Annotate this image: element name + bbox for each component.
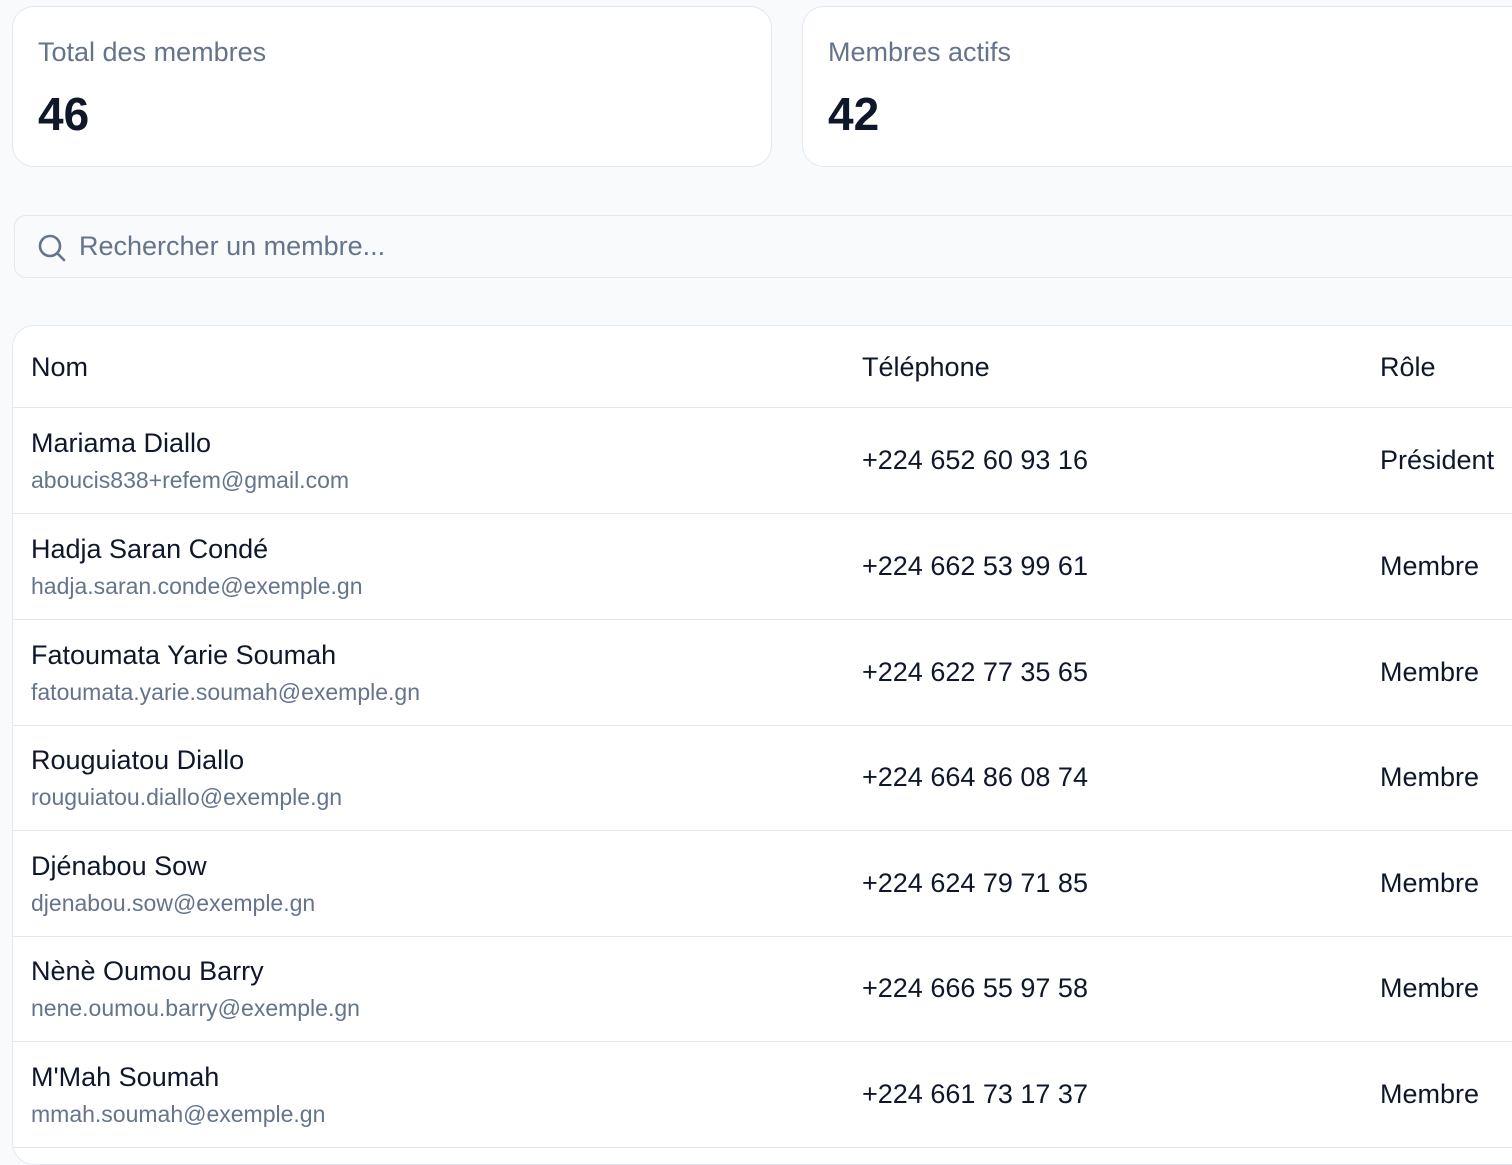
column-header-name[interactable]: Nom xyxy=(31,352,88,383)
table-row[interactable]: Nènè Oumou Barry nene.oumou.barry@exempl… xyxy=(13,936,1512,1042)
table-header: Nom Téléphone Rôle xyxy=(13,326,1512,408)
member-phone: +224 624 79 71 85 xyxy=(862,868,1088,898)
member-email: hadja.saran.conde@exemple.gn xyxy=(31,573,363,599)
member-phone: +224 662 53 99 61 xyxy=(862,551,1088,581)
member-search-bar[interactable] xyxy=(14,215,1512,278)
member-name: Rouguiatou Diallo xyxy=(31,745,245,775)
total-members-value: 46 xyxy=(38,88,90,140)
member-phone: +224 664 86 08 74 xyxy=(862,762,1088,792)
active-members-card: Membres actifs 42 xyxy=(802,6,1512,167)
member-email: djenabou.sow@exemple.gn xyxy=(31,890,316,916)
search-icon xyxy=(38,234,66,262)
table-row[interactable]: Mariama Diallo aboucis838+refem@gmail.co… xyxy=(13,408,1512,514)
member-name: Mariama Diallo xyxy=(31,428,212,458)
member-email: nene.oumou.barry@exemple.gn xyxy=(31,995,360,1021)
member-name: M'Mah Soumah xyxy=(31,1062,220,1092)
member-role: Président xyxy=(1380,445,1495,475)
column-header-phone[interactable]: Téléphone xyxy=(862,352,990,383)
member-role: Membre xyxy=(1380,868,1480,898)
table-row[interactable]: Hadja Saran Condé hadja.saran.conde@exem… xyxy=(13,514,1512,620)
member-email: aboucis838+refem@gmail.com xyxy=(31,467,350,493)
member-name: Fatoumata Yarie Soumah xyxy=(31,640,337,670)
member-phone: +224 661 73 17 37 xyxy=(862,1079,1088,1109)
total-members-label: Total des membres xyxy=(38,37,267,67)
member-name: Djénabou Sow xyxy=(31,851,207,881)
members-table: Nom Téléphone Rôle Mariama Diallo abouci… xyxy=(12,325,1512,1165)
member-phone: +224 622 77 35 65 xyxy=(862,657,1088,687)
member-phone: +224 666 55 97 58 xyxy=(862,973,1088,1003)
active-members-label: Membres actifs xyxy=(828,37,1012,67)
active-members-value: 42 xyxy=(828,88,880,140)
table-row[interactable]: Djénabou Sow djenabou.sow@exemple.gn +22… xyxy=(13,831,1512,937)
table-row[interactable]: Rouguiatou Diallo rouguiatou.diallo@exem… xyxy=(13,725,1512,831)
member-name: Nènè Oumou Barry xyxy=(31,956,264,986)
member-role: Membre xyxy=(1380,657,1480,687)
column-header-role[interactable]: Rôle xyxy=(1380,352,1436,383)
member-role: Membre xyxy=(1380,551,1480,581)
member-search-input[interactable] xyxy=(79,216,1279,276)
table-row[interactable]: Fatoumata Yarie Soumah fatoumata.yarie.s… xyxy=(13,620,1512,726)
member-role: Membre xyxy=(1380,1079,1480,1109)
member-role: Membre xyxy=(1380,762,1480,792)
member-email: rouguiatou.diallo@exemple.gn xyxy=(31,784,343,810)
member-email: fatoumata.yarie.soumah@exemple.gn xyxy=(31,679,421,705)
member-name: Hadja Saran Condé xyxy=(31,534,269,564)
table-row[interactable]: M'Mah Soumah mmah.soumah@exemple.gn +224… xyxy=(13,1042,1512,1148)
member-phone: +224 652 60 93 16 xyxy=(862,445,1088,475)
total-members-card: Total des membres 46 xyxy=(12,6,772,167)
member-email: mmah.soumah@exemple.gn xyxy=(31,1101,326,1127)
member-role: Membre xyxy=(1380,973,1480,1003)
